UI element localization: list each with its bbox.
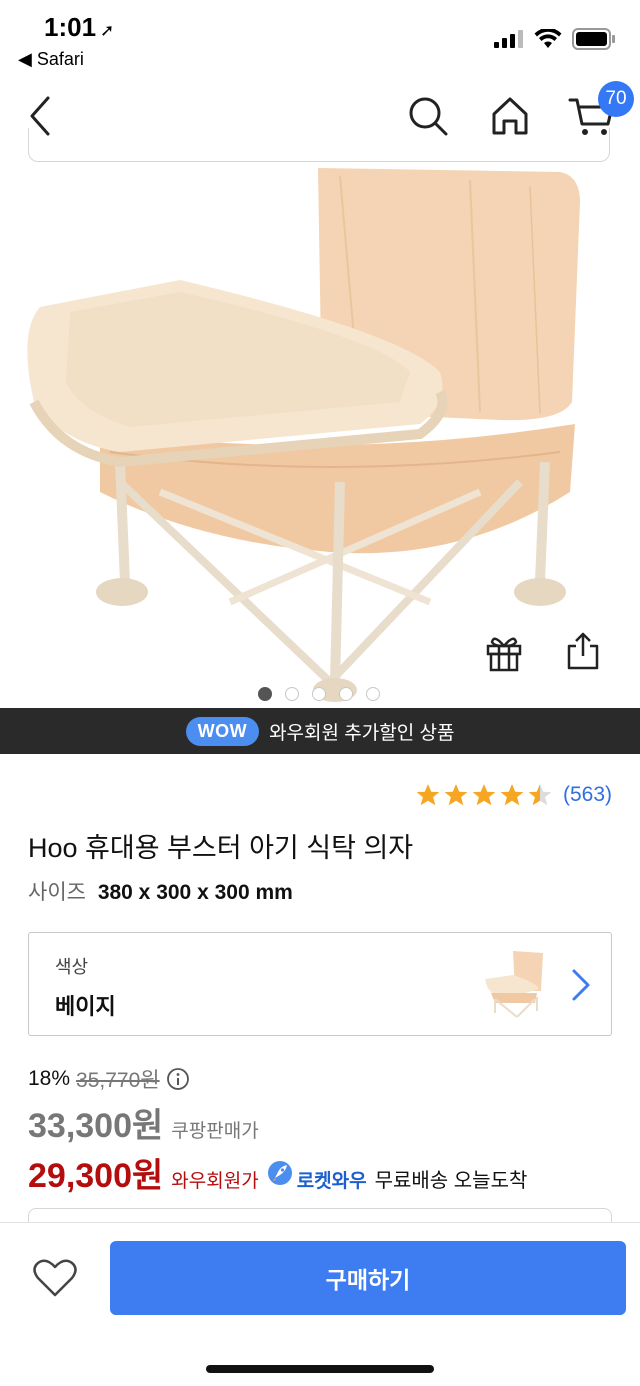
chevron-right-icon	[572, 969, 590, 1001]
pagination-dot[interactable]	[285, 687, 299, 701]
gift-icon[interactable]	[484, 632, 524, 672]
location-arrow-icon: ➚	[100, 21, 115, 40]
baby-chair-illustration	[27, 168, 580, 702]
color-option-selector[interactable]: 색상 베이지	[28, 932, 612, 1036]
size-label: 사이즈	[28, 881, 86, 904]
pagination-dot[interactable]	[339, 687, 353, 701]
star-full-icon	[472, 784, 496, 806]
sale-price-label: 쿠팡판매가	[171, 1121, 259, 1142]
image-pagination	[258, 687, 380, 701]
back-to-safari-link[interactable]: ◀ Safari	[18, 49, 84, 70]
option-thumbnail	[485, 951, 543, 1018]
wow-discount-banner: WOW 와우회원 추가할인 상품	[0, 708, 640, 754]
review-count[interactable]: (563)	[563, 783, 612, 807]
wow-badge: WOW	[185, 716, 260, 746]
status-time: 1:01 ➚	[44, 12, 114, 43]
search-box-edge	[28, 128, 610, 162]
delivery-info: 무료배송 오늘도착	[374, 1170, 528, 1192]
pagination-dot[interactable]	[312, 687, 326, 701]
time-text: 1:01	[44, 12, 97, 42]
rating-row[interactable]: (563)	[415, 782, 612, 808]
pagination-dot[interactable]	[366, 687, 380, 701]
cart-count-badge: 70	[598, 81, 634, 117]
rocket-icon	[267, 1160, 292, 1185]
home-indicator	[206, 1365, 434, 1373]
star-full-icon	[416, 784, 440, 806]
size-row: 사이즈 380 x 300 x 300 mm	[28, 876, 293, 906]
wifi-icon	[534, 29, 562, 48]
signal-icon	[494, 30, 523, 48]
star-half-icon	[528, 784, 552, 806]
wow-price-label: 와우회원가	[171, 1171, 259, 1192]
rocket-wow-label: 로켓와우	[296, 1171, 367, 1192]
discount-percent: 18%	[28, 1067, 71, 1090]
battery-icon	[572, 28, 615, 50]
star-full-icon	[500, 784, 524, 806]
product-image[interactable]	[0, 162, 640, 708]
option-value: 베이지	[55, 994, 116, 1019]
star-full-icon	[444, 784, 468, 806]
sale-price: 33,300원	[28, 1107, 164, 1145]
status-bar: 1:01 ➚ ◀ Safari	[0, 0, 640, 76]
size-value: 380 x 300 x 300 mm	[97, 881, 293, 904]
bottom-action-bar: 구매하기	[0, 1222, 640, 1386]
buy-button[interactable]: 구매하기	[110, 1241, 626, 1315]
sale-price-row: 33,300원 쿠팡판매가	[28, 1098, 259, 1147]
discount-row: 18% 35,770원	[28, 1064, 190, 1094]
option-label: 색상	[55, 957, 89, 977]
wow-price-row: 29,300원 와우회원가 로켓와우 무료배송 오늘도착	[28, 1148, 527, 1197]
wow-price: 29,300원	[28, 1157, 164, 1195]
pagination-dot[interactable]	[258, 687, 272, 701]
heart-icon[interactable]	[32, 1257, 78, 1299]
original-price: 35,770원	[76, 1069, 160, 1092]
wow-banner-text: 와우회원 추가할인 상품	[269, 722, 455, 744]
product-title: Hoo 휴대용 부스터 아기 식탁 의자	[28, 833, 414, 863]
system-icons	[494, 28, 616, 50]
share-icon[interactable]	[564, 630, 602, 672]
info-icon[interactable]	[166, 1067, 190, 1091]
